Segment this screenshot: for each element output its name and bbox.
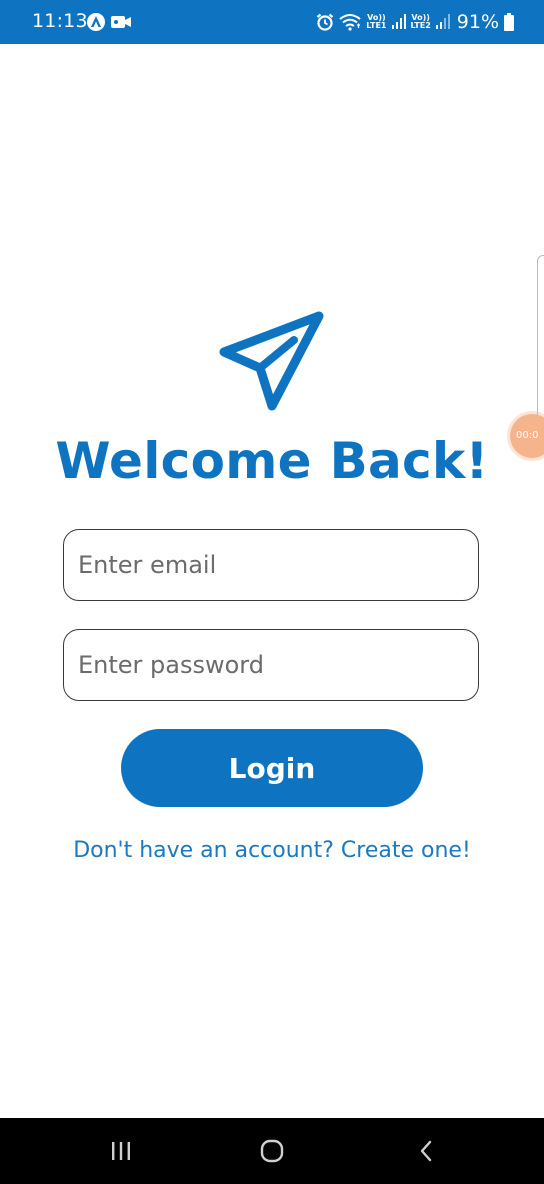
lte2-bottom: LTE2 — [410, 21, 431, 30]
lte1-bottom: LTE1 — [366, 21, 387, 30]
back-button[interactable] — [406, 1136, 446, 1166]
status-right-icons: Vo)) LTE1 Vo)) LTE2 91% — [316, 8, 514, 36]
signal-icon — [435, 14, 450, 29]
page-title: Welcome Back! — [55, 432, 489, 490]
lte1-label: Vo)) LTE1 — [366, 14, 386, 30]
email-field-container — [63, 529, 479, 601]
signal-icon — [391, 14, 406, 29]
home-icon — [260, 1139, 284, 1163]
app-notification-icon — [87, 13, 105, 31]
navigation-bar — [0, 1118, 544, 1184]
lte2-label: Vo)) LTE2 — [411, 14, 431, 30]
login-button[interactable]: Login — [121, 729, 423, 807]
recent-apps-icon — [112, 1142, 130, 1160]
status-left-icons — [86, 12, 132, 32]
password-field[interactable] — [64, 630, 478, 700]
status-time: 11:13 — [32, 10, 88, 32]
recent-apps-button[interactable] — [101, 1136, 141, 1166]
password-field-container — [63, 629, 479, 701]
edge-panel-handle[interactable] — [537, 255, 544, 427]
battery-percent: 91% — [456, 11, 499, 33]
alarm-icon — [317, 13, 334, 31]
back-icon — [420, 1140, 432, 1162]
email-field[interactable] — [64, 530, 478, 600]
status-bar: 11:13 Vo)) LTE1 Vo)) LTE2 91% — [0, 0, 544, 44]
battery-icon — [504, 13, 514, 31]
paper-plane-icon — [219, 311, 324, 411]
wifi-icon — [339, 14, 361, 31]
home-button[interactable] — [252, 1136, 292, 1166]
create-account-link[interactable]: Don't have an account? Create one! — [0, 838, 544, 863]
video-camera-icon — [111, 16, 131, 28]
